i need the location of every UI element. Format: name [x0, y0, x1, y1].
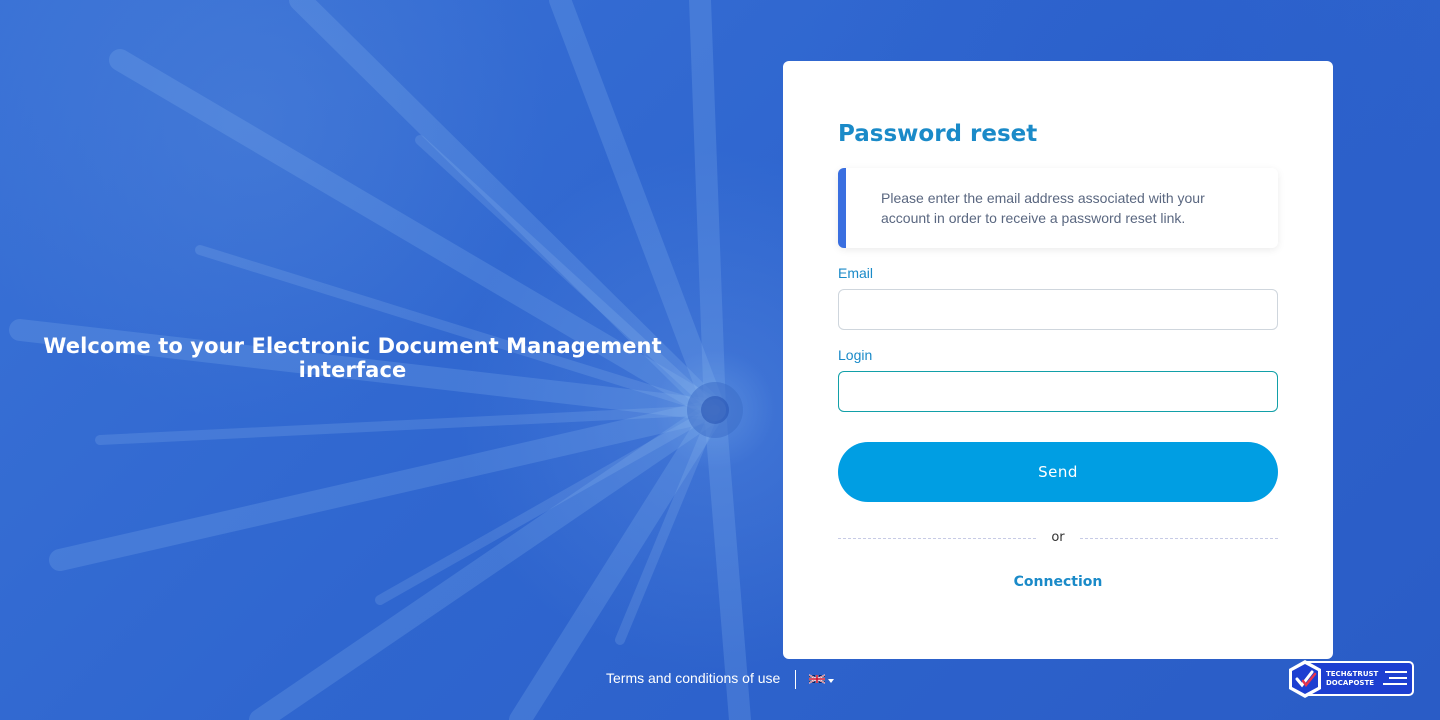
or-text: or — [1051, 530, 1065, 545]
uk-flag-icon — [808, 674, 826, 684]
info-callout: Please enter the email address associate… — [838, 168, 1278, 248]
page-title: Password reset — [838, 121, 1038, 147]
email-label: Email — [838, 265, 874, 281]
footer-separator — [795, 670, 796, 689]
divider-left — [838, 538, 1036, 539]
tech-trust-badge: TECH&TRUST DOCAPOSTE — [1287, 659, 1415, 699]
login-field[interactable] — [838, 371, 1278, 412]
password-reset-card: Password reset Please enter the email ad… — [783, 61, 1333, 659]
info-text: Please enter the email address associate… — [881, 190, 1205, 226]
login-label: Login — [838, 347, 873, 363]
email-field[interactable] — [838, 289, 1278, 330]
divider-right — [1080, 538, 1278, 539]
chevron-down-icon — [828, 679, 834, 683]
terms-link[interactable]: Terms and conditions of use — [606, 670, 780, 686]
send-button[interactable]: Send — [838, 442, 1278, 502]
docaposte-logo: TECH&TRUST DOCAPOSTE — [1289, 660, 1414, 698]
badge-line2: DOCAPOSTE — [1326, 679, 1374, 687]
connection-link[interactable]: Connection — [783, 574, 1333, 590]
welcome-heading: Welcome to your Electronic Document Mana… — [43, 334, 662, 382]
badge-line1: TECH&TRUST — [1326, 670, 1379, 678]
